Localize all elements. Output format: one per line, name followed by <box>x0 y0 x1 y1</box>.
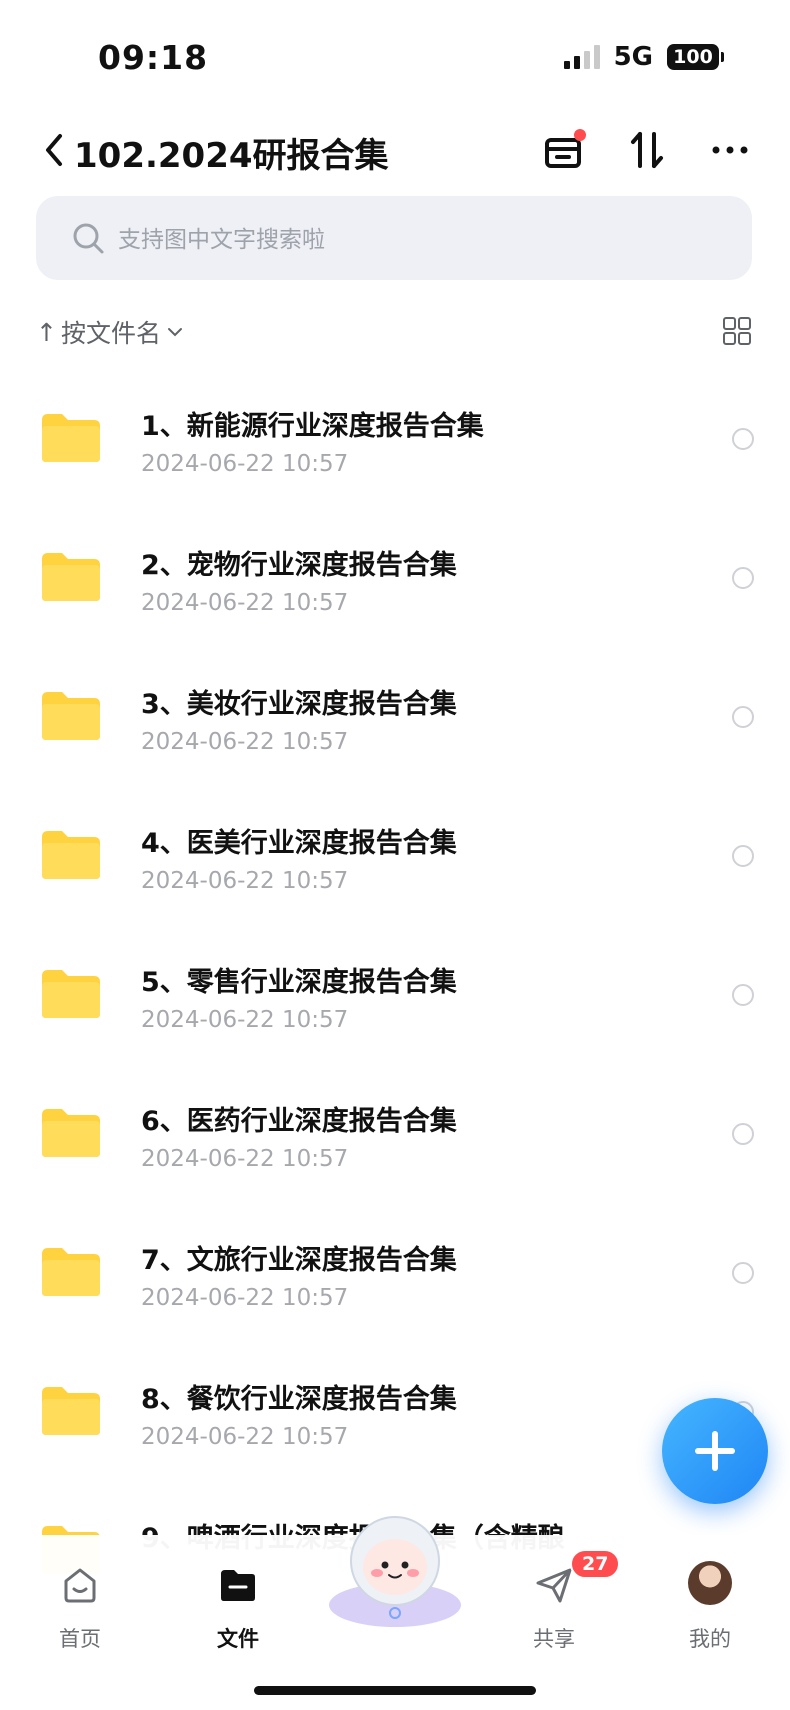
arrow-up-icon: ↑ <box>36 317 57 347</box>
list-item[interactable]: 4、医美行业深度报告合集 2024-06-22 10:57 <box>0 793 790 932</box>
list-item[interactable]: 2、宠物行业深度报告合集 2024-06-22 10:57 <box>0 515 790 654</box>
folder-icon <box>42 414 100 462</box>
tab-label: 首页 <box>59 1627 101 1651</box>
sort-by-name-button[interactable]: ↑ 按文件名 <box>36 314 185 350</box>
file-name: 1、新能源行业深度报告合集 <box>141 411 484 442</box>
avatar[interactable] <box>688 1561 732 1605</box>
file-name: 7、文旅行业深度报告合集 <box>141 1245 457 1276</box>
home-icon <box>64 1568 96 1603</box>
list-item[interactable]: 7、文旅行业深度报告合集 2024-06-22 10:57 <box>0 1210 790 1349</box>
file-date: 2024-06-22 10:57 <box>141 451 349 477</box>
sort-bar: ↑ 按文件名 <box>36 312 752 352</box>
file-date: 2024-06-22 10:57 <box>141 1424 349 1450</box>
tab-label: 共享 <box>533 1627 575 1651</box>
file-name: 2、宠物行业深度报告合集 <box>141 550 457 581</box>
file-name: 3、美妆行业深度报告合集 <box>141 689 457 720</box>
list-item[interactable]: 3、美妆行业深度报告合集 2024-06-22 10:57 <box>0 654 790 793</box>
tab-home[interactable]: 首页 <box>20 1551 140 1651</box>
share-count-badge: 27 <box>570 1549 621 1579</box>
folder-icon <box>221 1570 255 1601</box>
folder-icon <box>42 970 100 1018</box>
nav-header: 102.2024研报合集 <box>0 118 790 188</box>
battery-icon: 100 <box>667 44 724 70</box>
select-radio[interactable] <box>732 428 754 450</box>
file-name: 4、医美行业深度报告合集 <box>141 828 457 859</box>
select-radio[interactable] <box>732 567 754 589</box>
list-item[interactable]: 6、医药行业深度报告合集 2024-06-22 10:57 <box>0 1071 790 1210</box>
home-indicator <box>254 1686 536 1695</box>
file-date: 2024-06-22 10:57 <box>141 1285 349 1311</box>
select-radio[interactable] <box>732 1262 754 1284</box>
add-button[interactable] <box>662 1398 768 1504</box>
folder-icon <box>42 1109 100 1157</box>
sort-label: 按文件名 <box>60 319 161 348</box>
status-indicators: 5G 100 <box>563 42 724 72</box>
file-name: 8、餐饮行业深度报告合集 <box>141 1384 457 1415</box>
list-item[interactable]: 5、零售行业深度报告合集 2024-06-22 10:57 <box>0 932 790 1071</box>
select-radio[interactable] <box>732 706 754 728</box>
status-time: 09:18 <box>98 38 209 77</box>
file-date: 2024-06-22 10:57 <box>141 729 349 755</box>
file-date: 2024-06-22 10:57 <box>141 1007 349 1033</box>
search-placeholder: 支持图中文字搜索啦 <box>118 227 325 253</box>
tab-files[interactable]: 文件 <box>178 1551 298 1651</box>
file-date: 2024-06-22 10:57 <box>141 590 349 616</box>
back-icon[interactable] <box>40 130 70 170</box>
page-title: 102.2024研报合集 <box>74 136 389 176</box>
mascot-icon[interactable] <box>325 1509 465 1629</box>
select-radio[interactable] <box>732 845 754 867</box>
file-date: 2024-06-22 10:57 <box>141 1146 349 1172</box>
select-radio[interactable] <box>732 1123 754 1145</box>
file-name: 6、医药行业深度报告合集 <box>141 1106 457 1137</box>
battery-level: 100 <box>667 44 719 70</box>
folder-icon <box>42 1387 100 1435</box>
folder-icon <box>42 692 100 740</box>
signal-icon <box>563 45 600 69</box>
list-item[interactable]: 1、新能源行业深度报告合集 2024-06-22 10:57 <box>0 376 790 515</box>
folder-icon <box>42 553 100 601</box>
tab-label: 文件 <box>217 1627 259 1651</box>
network-label: 5G <box>613 42 653 72</box>
send-icon <box>536 1568 572 1603</box>
transfer-list-icon[interactable] <box>542 128 586 172</box>
search-input[interactable]: 支持图中文字搜索啦 <box>36 196 752 280</box>
folder-icon <box>42 1248 100 1296</box>
sort-toggle-icon[interactable] <box>626 128 670 172</box>
file-date: 2024-06-22 10:57 <box>141 868 349 894</box>
file-name: 5、零售行业深度报告合集 <box>141 967 457 998</box>
status-bar: 09:18 5G 100 <box>0 0 790 120</box>
more-icon[interactable] <box>708 128 752 172</box>
grid-view-icon[interactable] <box>722 316 752 346</box>
bottom-tab-bar: 首页 文件 共享 27 我的 <box>0 1516 790 1710</box>
folder-icon <box>42 831 100 879</box>
search-icon <box>73 223 104 254</box>
select-radio[interactable] <box>732 984 754 1006</box>
chevron-down-icon <box>167 328 182 337</box>
tab-label: 我的 <box>689 1627 731 1651</box>
